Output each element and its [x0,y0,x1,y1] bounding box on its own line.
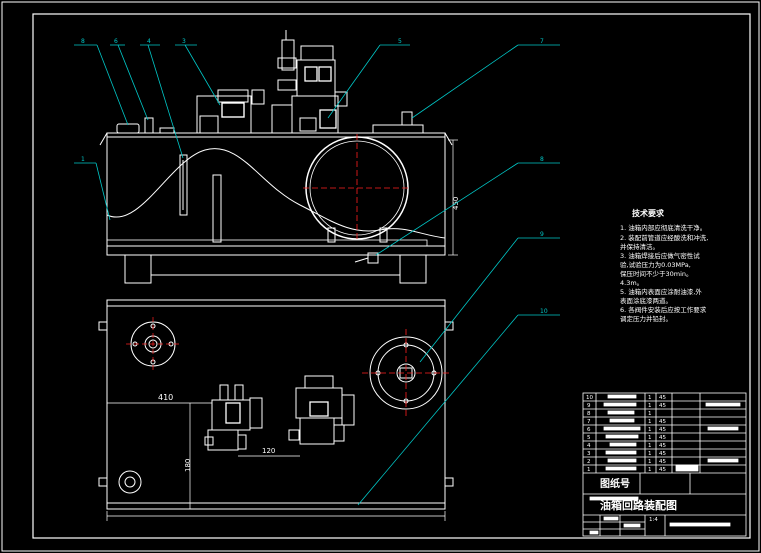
note-line: 5. 油箱内表面应涂耐油漆,外 [620,287,702,296]
tank-foot-left [124,254,152,284]
return-flange [372,124,424,134]
dim-plan-depth: 120 [262,447,275,455]
sheet-label: 图纸号 [600,477,630,490]
bom-qty: 1 [648,395,652,401]
cutaway-line [106,148,446,239]
bom-qty: 1 [648,411,652,417]
callout-label: 8 [540,156,544,163]
dim-plan-width: 410 [158,393,173,402]
bom-mat: 45 [659,451,666,457]
bom-no: 7 [587,419,591,425]
bom-mat: 45 [659,419,666,425]
valve-stack-front [196,30,348,134]
callout-label: 4 [147,38,151,45]
bom-mat: 45 [659,395,666,401]
note-line: 4.3m。 [620,279,643,287]
bom-qty: 1 [648,419,652,425]
bom-mat: 45 [659,435,666,441]
bom-mat: 45 [659,403,666,409]
note-line: 3. 油箱焊接后应做气密性试 [620,251,700,260]
note-line: 6. 各阀件安装后应按工作要求 [620,305,707,314]
drawing-title: 油箱回路装配图 [600,498,677,512]
note-line: 调定压力并铅封。 [620,314,672,323]
bom-qty: 1 [648,443,652,449]
bom-qty: 1 [648,459,652,465]
note-line: 验,试验压力为0.03MPa, [620,260,691,269]
notes-heading: 技术要求 [632,208,665,218]
bom-no: 8 [587,411,591,417]
callout-label: 9 [540,231,544,238]
note-line: 保压时间不少于30min。 [620,269,693,278]
suction-flange [126,317,180,371]
bom-qty: 1 [648,435,652,441]
bom-mat: 45 [659,467,666,473]
callout-label: 5 [398,38,402,45]
callout-label: 3 [182,38,186,45]
bom-no: 9 [587,403,591,409]
bom-mat: 45 [659,427,666,433]
tank-foot-right [399,254,427,284]
tank-plan-outline [106,299,446,510]
bom-no: 5 [587,435,591,441]
technical-notes: 技术要求 1. 油箱内部应彻底清洗干净。 2. 装配前管道应经酸洗和冲洗, 并保… [620,208,708,323]
bom-no: 1 [587,467,591,473]
bom-mat: 45 [659,459,666,465]
plan-view [98,299,454,521]
bom-no: 3 [587,451,591,457]
front-elevation [99,30,458,284]
bom-mat: 45 [659,443,666,449]
bom-no: 2 [587,459,591,465]
bom-qty: 1 [648,427,652,433]
note-line: 并保持清洁。 [620,242,659,251]
breather-cap [116,123,140,134]
tank-body [106,132,446,256]
cover-plate-plan [362,329,450,417]
bom-qty: 1 [648,451,652,457]
bom-no: 4 [587,443,591,449]
bom-no: 10 [586,395,593,401]
callout-label: 7 [540,38,544,45]
callout-label: 1 [81,156,85,163]
note-line: 表面涂底漆两道。 [620,296,672,305]
bom-no: 6 [587,427,591,433]
bom-qty: 1 [648,403,652,409]
valve-group-right [288,375,355,445]
scale-value: 1:4 [649,517,658,523]
drain-port [118,470,142,494]
drawing-canvas: 410 120 180 450 8 6 4 3 5 7 1 8 9 10 技术要… [1,1,760,552]
callout-label: 10 [540,308,548,315]
callout-label: 8 [81,38,85,45]
note-line: 1. 油箱内部应彻底清洗干净。 [620,223,706,232]
bom-qty: 1 [648,467,652,473]
baffle-plate [212,174,222,243]
note-line: 2. 装配前管道应经酸洗和冲洗, [620,233,708,242]
callout-label: 6 [114,38,118,45]
dim-small: 180 [184,459,192,472]
valve-group-left [204,384,263,451]
